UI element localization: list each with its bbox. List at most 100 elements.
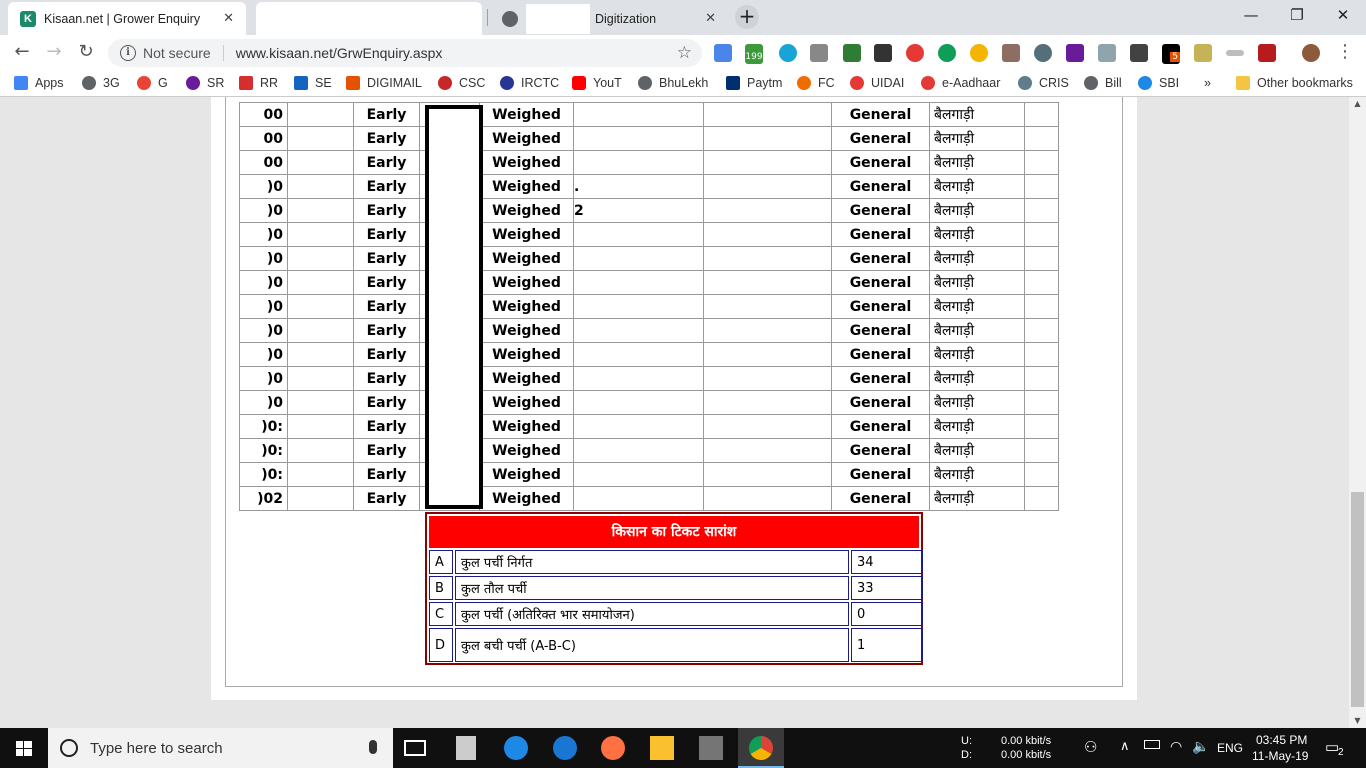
extension-badge: 199 xyxy=(745,52,763,62)
blank-cell xyxy=(287,102,354,127)
chrome-taskbar-button[interactable] xyxy=(738,728,784,768)
close-tab-icon[interactable]: ✕ xyxy=(705,10,716,26)
bookmark-eaadhaar[interactable]: e-Aadhaar xyxy=(921,76,1000,90)
edge-icon[interactable] xyxy=(553,736,577,760)
bookmark-rr[interactable]: RR xyxy=(239,76,278,90)
info-icon[interactable]: i xyxy=(120,45,136,61)
kisaan-favicon-icon: K xyxy=(20,10,36,27)
qr-code-extension-icon[interactable] xyxy=(874,44,892,62)
category-cell: General xyxy=(831,246,930,271)
bookmark-bill[interactable]: Bill xyxy=(1084,76,1122,90)
profile-avatar[interactable] xyxy=(1302,44,1320,62)
extension-icon[interactable] xyxy=(1002,44,1020,62)
vertical-scrollbar[interactable]: ▲ ▼ xyxy=(1349,97,1366,728)
battery-icon[interactable] xyxy=(1144,740,1160,749)
bookmark-cris[interactable]: CRIS xyxy=(1018,76,1069,90)
extension-icon[interactable] xyxy=(779,44,797,62)
tab-kisaan[interactable]: K Kisaan.net | Grower Enquiry ✕ xyxy=(8,2,246,35)
extension-icon[interactable] xyxy=(938,44,956,62)
blank-cell xyxy=(703,366,832,391)
scroll-up-arrow-icon[interactable]: ▲ xyxy=(1349,97,1366,111)
minimize-button[interactable]: — xyxy=(1228,0,1274,32)
extension-icon[interactable] xyxy=(1226,50,1244,56)
pdf-extension-icon[interactable] xyxy=(1258,44,1276,62)
store-icon[interactable] xyxy=(699,736,723,760)
extension-icon[interactable] xyxy=(1066,44,1084,62)
bookmark-uidai[interactable]: UIDAI xyxy=(850,76,904,90)
calculator-icon[interactable] xyxy=(456,736,476,760)
task-view-icon[interactable] xyxy=(404,740,426,756)
close-window-button[interactable]: ✕ xyxy=(1320,0,1366,32)
firefox-icon[interactable] xyxy=(601,736,625,760)
extension-icon[interactable] xyxy=(906,44,924,62)
volume-icon[interactable]: 🔈 xyxy=(1192,738,1209,755)
bookmarks-overflow-button[interactable]: » xyxy=(1204,76,1211,90)
address-bar[interactable]: i Not secure www.kisaan.net/GrwEnquiry.a… xyxy=(108,39,702,67)
scroll-down-arrow-icon[interactable]: ▼ xyxy=(1349,714,1366,728)
bookmark-se[interactable]: SE xyxy=(294,76,332,90)
vehicle-cell: बैलगाड़ी xyxy=(929,318,1025,343)
bookmark-youtube[interactable]: YouT xyxy=(572,76,622,90)
extension-icon[interactable] xyxy=(970,44,988,62)
bookmark-fc[interactable]: FC xyxy=(797,76,835,90)
forward-button[interactable]: → xyxy=(41,40,67,66)
bookmark-sr[interactable]: SR xyxy=(186,76,224,90)
taskbar-search-box[interactable]: Type here to search xyxy=(48,728,393,768)
bookmark-apps[interactable]: Apps xyxy=(14,76,64,90)
clock-time[interactable]: 03:45 PM xyxy=(1256,733,1307,747)
extension-icon[interactable]: 199 xyxy=(745,44,763,64)
extension-icon[interactable] xyxy=(843,44,861,62)
bookmark-bhulekh[interactable]: BhuLekh xyxy=(638,76,708,90)
scrollbar-thumb[interactable] xyxy=(1351,492,1364,707)
category-cell: General xyxy=(831,174,930,199)
status-cell: Weighed xyxy=(479,222,574,247)
translate-extension-icon[interactable] xyxy=(714,44,732,62)
tray-chevron-icon[interactable]: ∧ xyxy=(1120,738,1130,754)
mode-cell: Early xyxy=(353,390,420,415)
mode-cell: Early xyxy=(353,126,420,151)
extension-icon[interactable] xyxy=(1098,44,1116,62)
blank-cell xyxy=(287,390,354,415)
internet-explorer-icon[interactable] xyxy=(504,736,528,760)
vehicle-cell: बैलगाड़ी xyxy=(929,270,1025,295)
bookmark-csc[interactable]: CSC xyxy=(438,76,485,90)
file-explorer-icon[interactable] xyxy=(650,736,674,760)
new-tab-button[interactable]: + xyxy=(735,5,759,29)
tab-digitization[interactable]: Digitization ✕ xyxy=(490,2,728,35)
bookmark-star-icon[interactable]: ☆ xyxy=(677,43,692,63)
blank-cell xyxy=(703,438,832,463)
people-icon[interactable]: ⚇ xyxy=(1084,738,1097,756)
bookmark-g[interactable]: G xyxy=(137,76,168,90)
bookmark-sbi[interactable]: SBI xyxy=(1138,76,1179,90)
language-indicator[interactable]: ENG xyxy=(1217,741,1243,755)
extension-icon[interactable] xyxy=(1130,44,1148,62)
bookmark-paytm[interactable]: Paytm xyxy=(726,76,782,90)
clock-date[interactable]: 11-May-19 xyxy=(1252,749,1308,763)
bookmarks-bar: Apps 3G G SR RR SE DIGIMAIL CSC IRCTC Yo… xyxy=(0,71,1366,97)
reload-button[interactable]: ↻ xyxy=(73,40,99,66)
extension-badge: 5 xyxy=(1170,52,1180,62)
menu-icon[interactable]: ⋮ xyxy=(1332,40,1358,66)
security-label: Not secure xyxy=(143,45,211,61)
blank-cell xyxy=(1024,486,1059,511)
other-bookmarks[interactable]: Other bookmarks xyxy=(1236,76,1353,90)
summary-label: कुल बची पर्ची (A-B-C) xyxy=(455,628,849,662)
extension-icon[interactable] xyxy=(1194,44,1212,62)
amazon-extension-icon[interactable]: 5 xyxy=(1162,44,1180,64)
tab-title: Digitization xyxy=(595,11,657,26)
close-tab-icon[interactable]: ✕ xyxy=(223,10,234,26)
gmail-extension-icon[interactable] xyxy=(810,44,828,62)
tab-redacted[interactable] xyxy=(256,2,482,35)
bookmark-3g[interactable]: 3G xyxy=(82,76,120,90)
status-cell: Weighed xyxy=(479,246,574,271)
bookmark-digimail[interactable]: DIGIMAIL xyxy=(346,76,422,90)
bookmark-irctc[interactable]: IRCTC xyxy=(500,76,559,90)
bookmark-label: SE xyxy=(315,76,332,90)
start-button[interactable] xyxy=(0,728,48,768)
restore-button[interactable]: ❐ xyxy=(1274,0,1320,32)
extension-icon[interactable] xyxy=(1034,44,1052,62)
back-button[interactable]: ← xyxy=(9,40,35,66)
microphone-icon[interactable] xyxy=(369,740,377,754)
wifi-icon[interactable]: ◠ xyxy=(1170,738,1182,755)
vehicle-cell: बैलगाड़ी xyxy=(929,126,1025,151)
